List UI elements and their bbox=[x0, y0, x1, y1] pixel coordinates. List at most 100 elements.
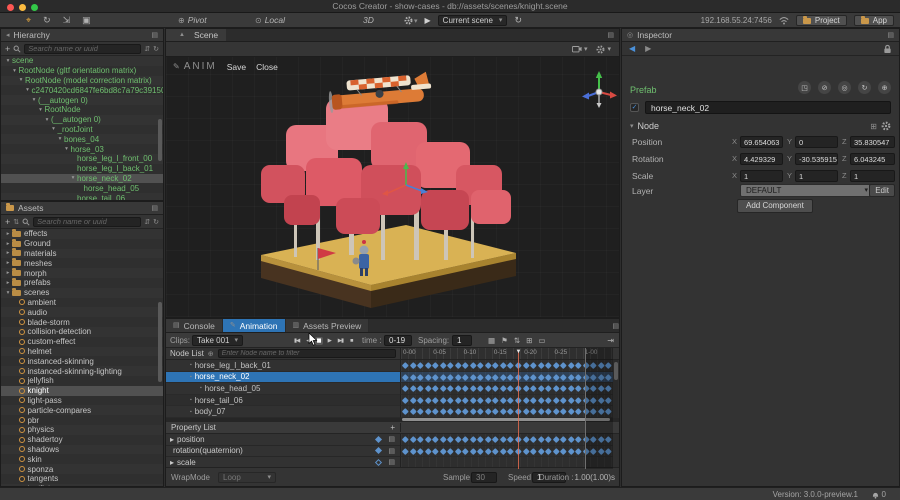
keyframe-diamond[interactable] bbox=[402, 362, 408, 368]
keyframe-diamond[interactable] bbox=[440, 408, 446, 414]
zoom-window-button[interactable] bbox=[31, 4, 38, 11]
keyframe-diamond[interactable] bbox=[553, 436, 559, 442]
sample-field[interactable]: 30 bbox=[471, 472, 497, 483]
keyframe-diamond[interactable] bbox=[477, 374, 483, 380]
grid-view-icon[interactable]: ▦ bbox=[488, 336, 495, 345]
keyframe-diamond[interactable] bbox=[440, 436, 446, 442]
expand-arrow-icon[interactable]: ▾ bbox=[4, 58, 12, 64]
tree-item-particle-compares[interactable]: particle-compares bbox=[1, 405, 163, 415]
tree-item-horse_head_05[interactable]: horse_head_05 bbox=[1, 183, 163, 193]
tree-item-RootNode (gltf orientation matrix)[interactable]: ▾RootNode (gltf orientation matrix) bbox=[1, 66, 163, 76]
keyframe-diamond[interactable] bbox=[485, 408, 491, 414]
keyframe-diamond[interactable] bbox=[447, 374, 453, 380]
keyframe-diamond[interactable] bbox=[462, 448, 468, 454]
assets-scrollbar[interactable] bbox=[158, 302, 162, 382]
panel-menu-icon[interactable]: ▤ bbox=[887, 31, 894, 39]
ground-block[interactable] bbox=[261, 225, 516, 308]
keyframe-diamond[interactable] bbox=[485, 397, 491, 403]
keyframe-diamond[interactable] bbox=[477, 362, 483, 368]
keyframe-diamond[interactable] bbox=[530, 448, 536, 454]
anim-node-horse_tail_06[interactable]: ▪horse_tail_06 bbox=[166, 395, 401, 407]
tree-item-c2470420cd6847fe6bd8c7a79c391504.fbx[interactable]: ▾c2470420cd6847fe6bd8c7a79c391504.fbx bbox=[1, 85, 163, 95]
keyframe-diamond[interactable] bbox=[560, 362, 566, 368]
copy-node-icon[interactable]: ⊞ bbox=[870, 122, 877, 131]
tree-item-materials[interactable]: ▸materials bbox=[1, 249, 163, 259]
keyframe-diamond[interactable] bbox=[568, 374, 574, 380]
clip-select-dropdown[interactable]: Take 001 ▾ bbox=[192, 333, 243, 348]
gizmo-settings-dropdown[interactable]: ▾ bbox=[596, 45, 611, 54]
keyframe-track[interactable] bbox=[401, 446, 613, 458]
playhead-marker[interactable]: ▼ bbox=[516, 349, 522, 355]
local-toggle[interactable]: ⊙ Local bbox=[255, 13, 285, 28]
app-button[interactable]: App bbox=[854, 15, 894, 26]
keyframe-diamond[interactable] bbox=[432, 385, 438, 391]
tree-item-effects[interactable]: ▸effects bbox=[1, 229, 163, 239]
add-node-button[interactable]: + bbox=[5, 44, 10, 54]
keyframe-diamond[interactable] bbox=[530, 408, 536, 414]
keyframe-diamond[interactable] bbox=[545, 397, 551, 403]
tree-item-Ground[interactable]: ▸Ground bbox=[1, 239, 163, 249]
property-menu-icon[interactable]: ▤ bbox=[388, 458, 395, 466]
expand-arrow-icon[interactable]: ▸ bbox=[4, 250, 12, 256]
tree-item-knight[interactable]: knight bbox=[1, 386, 163, 396]
keyframe-diamond[interactable] bbox=[485, 362, 491, 368]
hierarchy-search-input[interactable] bbox=[24, 44, 141, 54]
keyframe-diamond[interactable] bbox=[477, 397, 483, 403]
keyframe-diamond[interactable] bbox=[575, 397, 581, 403]
keyframe-diamond[interactable] bbox=[417, 408, 423, 414]
orientation-gizmo[interactable] bbox=[582, 71, 617, 108]
keyframe-diamond[interactable] bbox=[568, 385, 574, 391]
tree-item-pbr[interactable]: pbr bbox=[1, 415, 163, 425]
keyframe-diamond[interactable] bbox=[575, 408, 581, 414]
mode-3d-toggle[interactable]: 3D bbox=[363, 13, 374, 28]
copy-frames-icon[interactable]: ⊞ bbox=[526, 336, 532, 345]
tree-item-skin[interactable]: skin bbox=[1, 454, 163, 464]
keyframe-diamond[interactable] bbox=[500, 374, 506, 380]
tree-item-_rootJoint[interactable]: ▾_rootJoint bbox=[1, 125, 163, 135]
keyframe-diamond[interactable] bbox=[560, 408, 566, 414]
keyframe-diamond[interactable] bbox=[545, 385, 551, 391]
expand-arrow-icon[interactable]: ▾ bbox=[4, 290, 12, 296]
tree-item-horse_tail_06[interactable]: horse_tail_06 bbox=[1, 193, 163, 200]
keyframe-toggle-icon[interactable] bbox=[375, 436, 382, 443]
rect-tool-icon[interactable]: ▣ bbox=[82, 13, 91, 28]
tree-item-audio[interactable]: audio bbox=[1, 307, 163, 317]
expand-arrow-icon[interactable]: ▾ bbox=[17, 77, 25, 83]
keyframe-diamond[interactable] bbox=[447, 362, 453, 368]
keyframe-diamond[interactable] bbox=[447, 448, 453, 454]
keyframe-diamond[interactable] bbox=[553, 362, 559, 368]
swap-order-icon[interactable]: ⇅ bbox=[514, 336, 520, 345]
anim-close-button[interactable]: Close bbox=[256, 62, 278, 72]
keyframe-diamond[interactable] bbox=[402, 397, 408, 403]
keyframe-diamond[interactable] bbox=[553, 448, 559, 454]
keyframe-diamond[interactable] bbox=[538, 385, 544, 391]
tab-console[interactable]: ▤Console bbox=[166, 319, 223, 332]
prefab-locate-icon[interactable]: ◎ bbox=[838, 81, 851, 94]
keyframe-diamond[interactable] bbox=[462, 374, 468, 380]
keyframe-track[interactable] bbox=[401, 406, 613, 418]
property-menu-icon[interactable]: ▤ bbox=[388, 435, 395, 443]
add-component-button[interactable]: Add Component bbox=[737, 199, 813, 213]
pivot-toggle[interactable]: ⊕ Pivot bbox=[178, 13, 207, 28]
tree-item-custom-effect[interactable]: custom-effect bbox=[1, 337, 163, 347]
rotation-z-field[interactable]: 6.043245 bbox=[850, 153, 895, 165]
camera-settings-dropdown[interactable]: ▾ bbox=[572, 45, 588, 53]
assets-search-input[interactable] bbox=[33, 217, 141, 227]
keyframe-diamond[interactable] bbox=[568, 408, 574, 414]
keyframe-diamond[interactable] bbox=[500, 362, 506, 368]
tree-item-horse_leg_l_back_01[interactable]: horse_leg_l_back_01 bbox=[1, 164, 163, 174]
keyframe-track[interactable] bbox=[401, 395, 613, 407]
keyframe-diamond[interactable] bbox=[425, 408, 431, 414]
expand-arrow-icon[interactable]: ▸ bbox=[170, 458, 174, 467]
rotate-tool-icon[interactable]: ↻ bbox=[43, 13, 51, 28]
keyframe-toggle-icon[interactable] bbox=[375, 447, 382, 454]
keyframe-track[interactable] bbox=[401, 434, 613, 446]
wrapmode-dropdown[interactable]: Loop ▾ bbox=[218, 468, 276, 487]
tree-item-blade-storm[interactable]: blade-storm bbox=[1, 317, 163, 327]
tree-item-ambient[interactable]: ambient bbox=[1, 298, 163, 308]
keyframe-diamond[interactable] bbox=[568, 448, 574, 454]
gear-icon[interactable]: ▾ bbox=[404, 16, 418, 25]
keyframe-diamond[interactable] bbox=[447, 397, 453, 403]
keyframe-diamond[interactable] bbox=[402, 374, 408, 380]
keyframe-diamond[interactable] bbox=[560, 448, 566, 454]
